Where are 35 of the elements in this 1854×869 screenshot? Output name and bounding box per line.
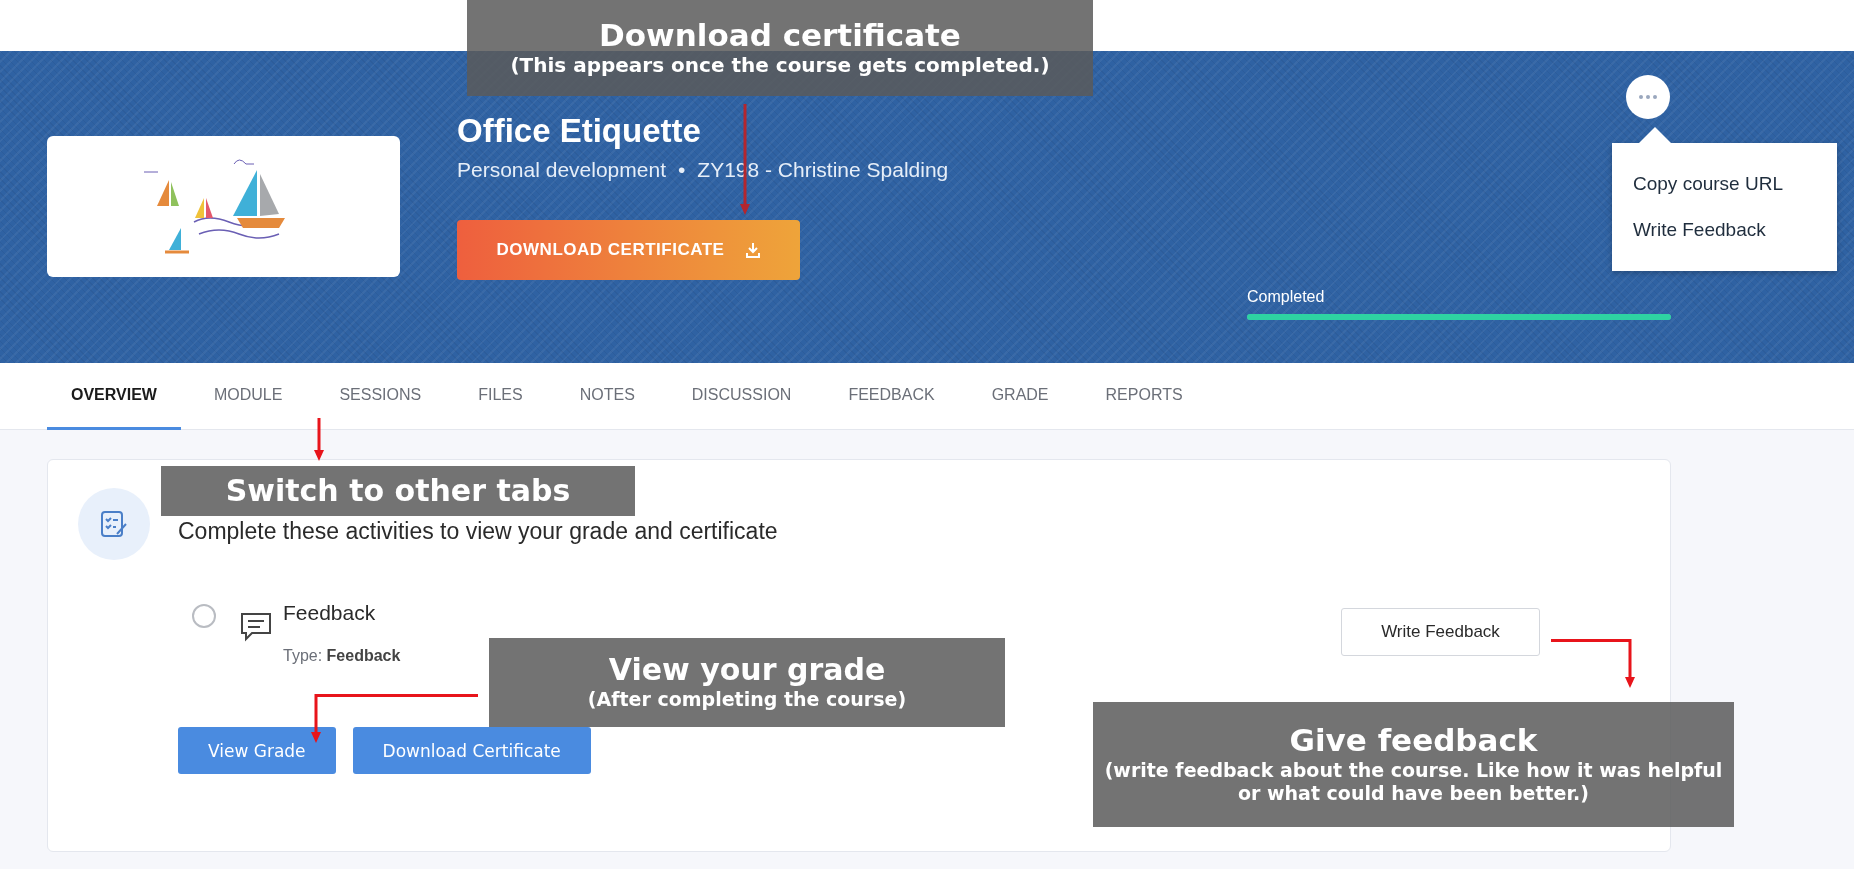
tab[interactable]: NOTES [555, 363, 659, 430]
menu-item[interactable]: Copy course URL [1633, 173, 1837, 195]
tab[interactable]: SESSIONS [315, 363, 446, 430]
tab[interactable]: OVERVIEW [47, 363, 181, 430]
arrow [314, 418, 324, 462]
tab[interactable]: FILES [454, 363, 547, 430]
separator-dot: • [677, 158, 686, 182]
tab[interactable]: FEEDBACK [824, 363, 959, 430]
radio-button[interactable] [192, 604, 216, 628]
menu-item[interactable]: Write Feedback [1633, 219, 1837, 241]
course-title: Office Etiquette [457, 111, 702, 151]
activity-title: Feedback [283, 601, 377, 625]
more-button[interactable] [1626, 75, 1670, 119]
download-icon [746, 242, 761, 258]
download-certificate-button[interactable]: DOWNLOAD CERTIFICATE [457, 220, 800, 280]
tab[interactable]: DISCUSSION [667, 363, 816, 430]
activity-type: Type: Feedback [283, 647, 401, 665]
write-feedback-button[interactable]: Write Feedback [1341, 608, 1540, 656]
tab[interactable]: REPORTS [1081, 363, 1207, 430]
tab[interactable]: GRADE [967, 363, 1073, 430]
annotation-title: Download certificate [599, 17, 961, 54]
annotation-note: (write feedback about the course. Like how it was helpful or what could have been better.) [1103, 758, 1724, 807]
tab[interactable]: MODULE [189, 363, 307, 430]
course-category: Personal development [457, 158, 666, 182]
overview-heading: Complete these activities to view your grade and certificate [178, 517, 778, 545]
annotation-note: (After completing the course) [587, 687, 907, 712]
view-grade-button[interactable]: View Grade [178, 727, 336, 774]
annotation-note: (This appears once the course gets completed.) [510, 53, 1050, 79]
more-icon [1639, 95, 1657, 99]
annotation-title: View your grade [608, 653, 886, 688]
annotation-title: Switch to other tabs [225, 473, 571, 509]
comment-icon [240, 612, 272, 642]
annotation-title: Give feedback [1289, 722, 1538, 759]
download-certificate-button[interactable]: Download Certificate [352, 727, 591, 774]
progress-label: Completed [1247, 288, 1326, 306]
